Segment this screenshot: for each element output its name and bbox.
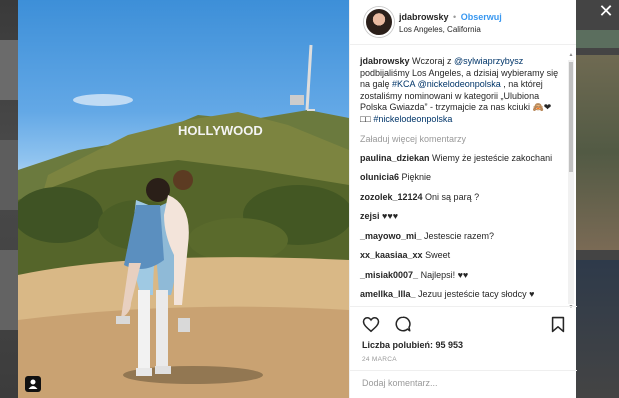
comment-item: amellka_llla_ Jezuu jesteście tacy słodc… xyxy=(360,289,559,301)
add-comment-input[interactable]: Dodaj komentarz... xyxy=(350,370,577,398)
comment-item: zozolek_12124 Oni są parą ? xyxy=(360,192,559,204)
mention-link[interactable]: @sylwiaprzybysz xyxy=(454,56,523,66)
hollywood-sign: HOLLYWOOD xyxy=(178,123,263,138)
post-sidebar: jdabrowsky • Obserwuj Los Angeles, Calif… xyxy=(349,0,577,398)
comment-username[interactable]: olunicia6 xyxy=(360,172,399,182)
close-icon[interactable]: ✕ xyxy=(597,2,615,20)
separator-dot: • xyxy=(453,11,457,22)
comment-item: _mayowo_mi_ Jestescie razem? xyxy=(360,231,559,243)
username-link[interactable]: jdabrowsky xyxy=(399,12,449,22)
comment-text: ♥♥♥ xyxy=(379,211,399,221)
comment-username[interactable]: _mayowo_mi_ xyxy=(360,231,422,241)
comment-item: paulina_dziekan Wiemy że jesteście zakoc… xyxy=(360,153,559,165)
scrollbar-thumb[interactable] xyxy=(569,62,573,172)
comments-list[interactable]: jdabrowsky Wczoraj z @sylwiaprzybysz pod… xyxy=(350,46,569,306)
comment-text: Pięknie xyxy=(399,172,432,182)
post-modal: HOLLYWOOD jdabrowsky • Obserwuj Los Ange… xyxy=(18,0,577,398)
load-more-comments-button[interactable]: Załaduj więcej komentarzy xyxy=(360,134,559,146)
background-right-strip: ✕ xyxy=(576,0,619,398)
likes-count[interactable]: Liczba polubień: 95 953 xyxy=(362,340,565,350)
header-top-line: jdabrowsky • Obserwuj xyxy=(399,11,502,23)
background-thumbnail xyxy=(576,260,619,398)
comment-item: xx_kaasiaa_xx Sweet xyxy=(360,250,559,262)
background-thumbnail xyxy=(0,140,18,210)
hashtag-link[interactable]: #KCA xyxy=(392,79,415,89)
mention-link[interactable]: @nickelodeonpolska xyxy=(418,79,501,89)
post-caption: jdabrowsky Wczoraj z @sylwiaprzybysz pod… xyxy=(360,56,559,125)
header-text: jdabrowsky • Obserwuj Los Angeles, Calif… xyxy=(399,11,502,34)
comment-text: Jestescie razem? xyxy=(421,230,495,241)
comment-item: zejsi ♥♥♥ xyxy=(360,211,559,223)
comment-bubble-icon[interactable] xyxy=(394,315,412,333)
post-actions: Liczba polubień: 95 953 24 MARCA xyxy=(350,306,577,363)
background-left-strip xyxy=(0,0,18,398)
bookmark-icon[interactable] xyxy=(551,316,565,333)
post-header: jdabrowsky • Obserwuj Los Angeles, Calif… xyxy=(350,0,576,45)
comment-username[interactable]: amellka_llla_ xyxy=(360,289,416,299)
comment-username[interactable]: zejsi xyxy=(360,211,380,221)
hashtag-link[interactable]: #nickelodeonpolska xyxy=(373,114,452,124)
comment-text: Sweet xyxy=(422,250,451,260)
scroll-up-arrow-icon[interactable]: ▲ xyxy=(568,52,574,58)
comment-item: olunicia6 Pięknie xyxy=(360,172,559,184)
comment-username[interactable]: xx_kaasiaa_xx xyxy=(360,250,423,260)
comment-username[interactable]: _misiak0007_ xyxy=(360,270,418,280)
comment-item: _misiak0007_ Najlepsi! ♥♥ xyxy=(360,270,559,282)
heart-icon[interactable] xyxy=(362,316,380,333)
background-thumbnail xyxy=(0,250,18,330)
avatar[interactable] xyxy=(364,7,394,37)
action-buttons-row xyxy=(362,314,565,334)
background-thumbnail xyxy=(576,55,619,250)
post-date[interactable]: 24 MARCA xyxy=(362,356,565,363)
comment-username[interactable]: zozolek_12124 xyxy=(360,192,423,202)
background-thumbnail xyxy=(0,40,18,100)
comment-text: Najlepsi! ♥♥ xyxy=(418,269,469,280)
comment-username[interactable]: paulina_dziekan xyxy=(360,153,430,163)
follow-button[interactable]: Obserwuj xyxy=(461,12,502,22)
comment-text: Wiemy że jesteście zakochani xyxy=(429,152,553,163)
caption-text: Wczoraj z xyxy=(409,56,455,66)
background-thumbnail xyxy=(576,30,619,48)
comments-scrollbar[interactable]: ▲ ▼ xyxy=(568,52,574,310)
hollywood-photo-illustration: HOLLYWOOD xyxy=(18,44,349,398)
user-tag-icon[interactable] xyxy=(25,376,41,392)
location-link[interactable]: Los Angeles, California xyxy=(399,25,502,34)
comment-text: Oni są parą ? xyxy=(422,191,480,202)
caption-username[interactable]: jdabrowsky xyxy=(360,56,410,66)
post-photo[interactable]: HOLLYWOOD xyxy=(18,0,349,398)
comment-text: Jezuu jesteście tacy słodcy ♥ xyxy=(415,289,535,299)
comment-items: paulina_dziekan Wiemy że jesteście zakoc… xyxy=(360,153,559,301)
